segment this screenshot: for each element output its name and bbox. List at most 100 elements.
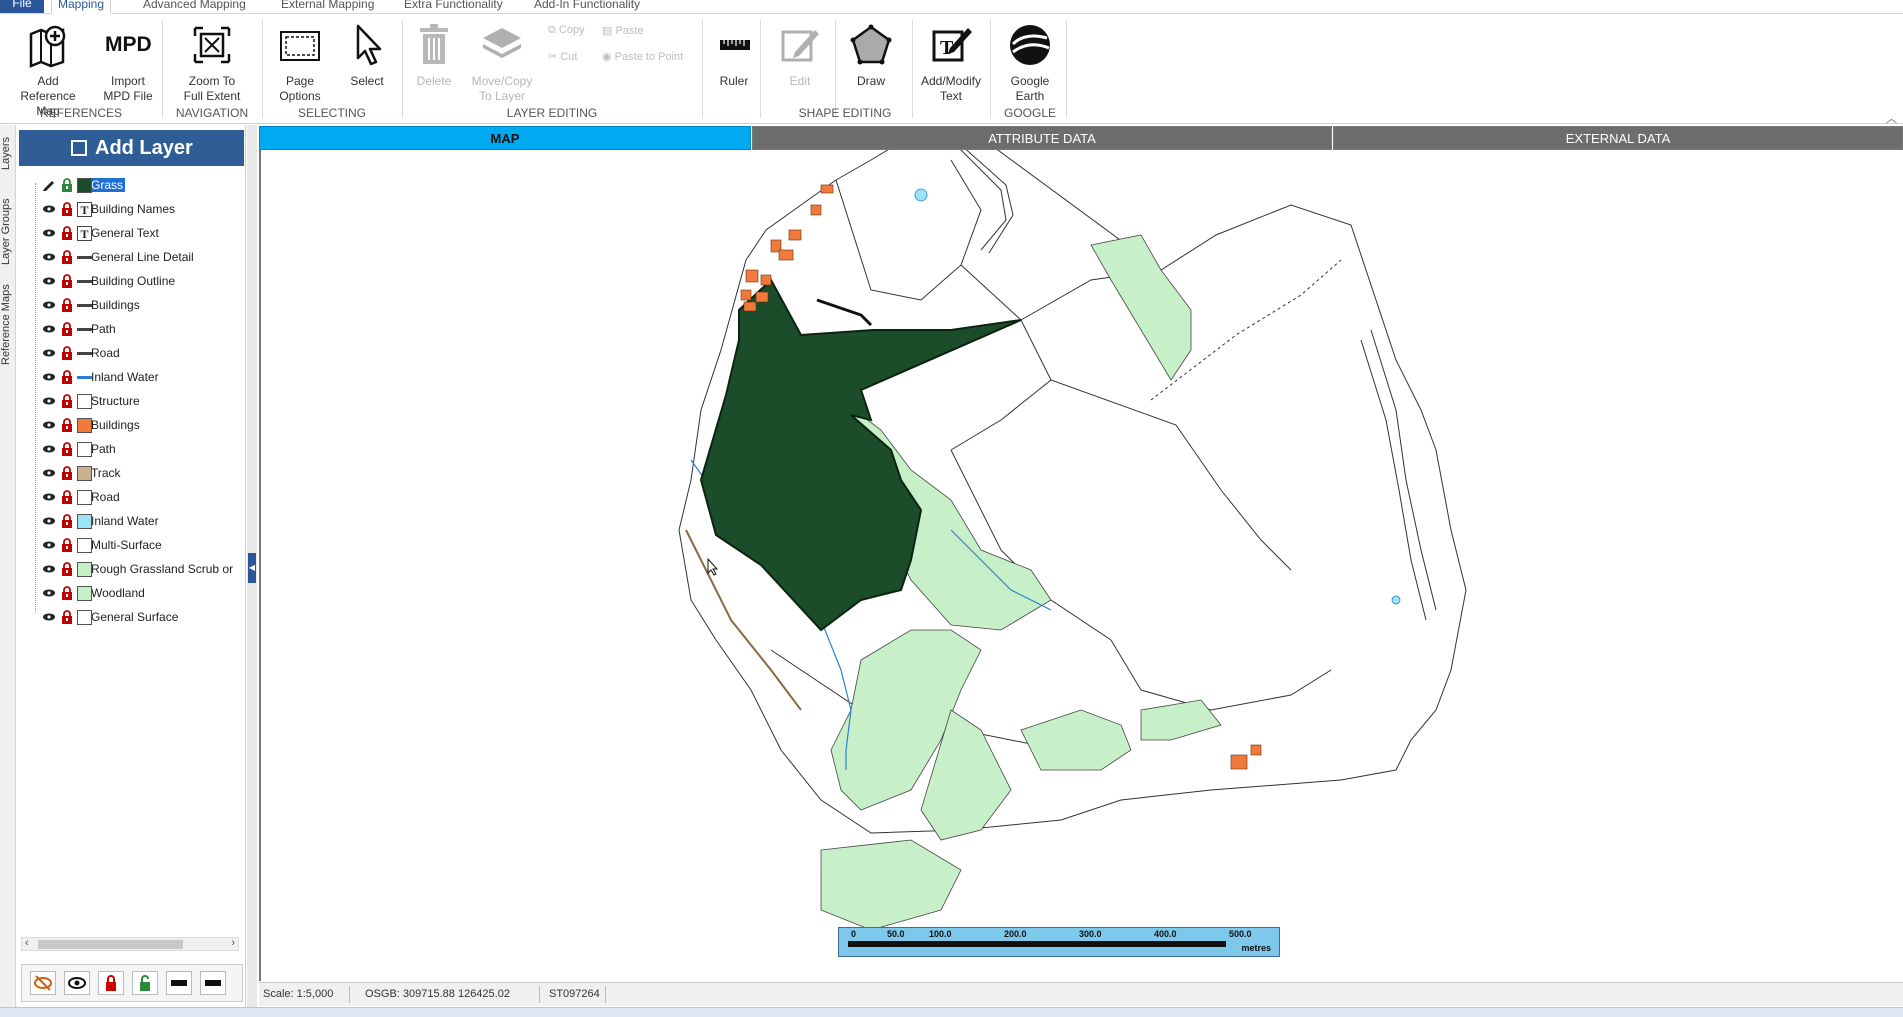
layer-row[interactable]: T Building Names (21, 197, 243, 221)
side-tab-layers[interactable]: Layers (0, 130, 16, 170)
layer-row[interactable]: Structure (21, 389, 243, 413)
collapse-panel-icon[interactable]: ◀ (248, 553, 256, 583)
layer-row[interactable]: Inland Water (21, 509, 243, 533)
tab-external-data[interactable]: EXTERNAL DATA (1333, 126, 1903, 150)
add-modify-text-button[interactable]: T Add/Modify Text (916, 22, 986, 104)
layer-row[interactable]: Buildings (21, 293, 243, 317)
layer-row[interactable]: Woodland (21, 581, 243, 605)
lock-icon[interactable] (61, 586, 73, 600)
eye-icon[interactable] (42, 371, 56, 383)
layer-row[interactable]: Track (21, 461, 243, 485)
move-copy-to-layer-button[interactable]: Move/Copy To Layer (466, 22, 538, 104)
lock-icon[interactable] (61, 442, 73, 456)
lock-icon[interactable] (61, 418, 73, 432)
layer-row[interactable]: Road (21, 485, 243, 509)
eye-icon[interactable] (42, 227, 56, 239)
lock-icon[interactable] (61, 226, 73, 240)
layer-row[interactable]: Inland Water (21, 365, 243, 389)
eye-icon[interactable] (42, 251, 56, 263)
lock-icon[interactable] (61, 394, 73, 408)
layer-row[interactable]: Road (21, 341, 243, 365)
unlock-icon[interactable] (61, 178, 73, 192)
tab-map[interactable]: MAP (259, 126, 751, 150)
lock-all-layers-button[interactable] (98, 971, 124, 995)
add-layer-button[interactable]: Add Layer (19, 130, 244, 166)
lock-icon[interactable] (61, 322, 73, 336)
eye-icon[interactable] (42, 419, 56, 431)
pencil-icon[interactable] (42, 179, 56, 191)
lock-icon[interactable] (61, 202, 73, 216)
eye-icon[interactable] (42, 275, 56, 287)
panel-splitter[interactable]: ◀ (247, 125, 257, 1007)
eye-icon[interactable] (42, 611, 56, 623)
eye-icon[interactable] (42, 299, 56, 311)
lock-icon[interactable] (61, 538, 73, 552)
paste-button[interactable]: ▤ Paste (602, 24, 644, 37)
collapse-ribbon-icon[interactable]: ︿ (1886, 110, 1897, 126)
eye-icon[interactable] (42, 587, 56, 599)
collapse-layers-button[interactable] (166, 971, 192, 995)
delete-button[interactable]: Delete (410, 22, 458, 89)
horizontal-scrollbar[interactable]: ‹ › (21, 937, 239, 951)
show-all-layers-button[interactable] (64, 971, 90, 995)
lock-icon[interactable] (61, 562, 73, 576)
eye-icon[interactable] (42, 323, 56, 335)
expand-layers-button[interactable] (200, 971, 226, 995)
lock-icon[interactable] (61, 514, 73, 528)
eye-icon[interactable] (42, 395, 56, 407)
edit-button[interactable]: Edit (776, 22, 824, 89)
layer-row[interactable]: General Surface (21, 605, 243, 629)
layer-row[interactable]: Building Outline (21, 269, 243, 293)
lock-icon[interactable] (61, 466, 73, 480)
eye-icon[interactable] (42, 467, 56, 479)
eye-icon[interactable] (42, 443, 56, 455)
zoom-full-extent-button[interactable]: Zoom To Full Extent (172, 22, 252, 104)
scroll-right-icon[interactable]: › (231, 937, 235, 949)
lock-icon[interactable] (61, 610, 73, 624)
select-button[interactable]: Select (338, 22, 396, 89)
paste-to-point-button[interactable]: ◉ Paste to Point (602, 50, 683, 63)
lock-icon[interactable] (61, 370, 73, 384)
lock-icon[interactable] (61, 274, 73, 288)
layer-row[interactable]: General Line Detail (21, 245, 243, 269)
tab-mapping[interactable]: Mapping (51, 0, 112, 14)
eye-icon[interactable] (42, 515, 56, 527)
add-reference-map-button[interactable]: Add Reference Map (8, 22, 88, 119)
ruler-button[interactable]: Ruler (712, 22, 756, 89)
scroll-left-icon[interactable]: ‹ (25, 937, 29, 949)
lock-icon[interactable] (61, 346, 73, 360)
tab-file[interactable]: File (0, 0, 44, 13)
layer-row[interactable]: Rough Grassland Scrub or (21, 557, 243, 581)
cut-button[interactable]: ✂ Cut (548, 50, 577, 63)
layer-row[interactable]: Buildings (21, 413, 243, 437)
lock-icon[interactable] (61, 250, 73, 264)
copy-button[interactable]: ⧉ Copy (548, 24, 585, 37)
eye-icon[interactable] (42, 539, 56, 551)
eye-icon[interactable] (42, 563, 56, 575)
eye-icon[interactable] (42, 203, 56, 215)
page-options-button[interactable]: Page Options (270, 22, 330, 104)
layer-row[interactable]: Grass (21, 173, 243, 197)
draw-button[interactable]: Draw (846, 22, 896, 89)
hide-all-layers-button[interactable] (30, 971, 56, 995)
layer-row[interactable]: Multi-Surface (21, 533, 243, 557)
tab-attribute-data[interactable]: ATTRIBUTE DATA (752, 126, 1332, 150)
layer-row[interactable]: Path (21, 317, 243, 341)
tab-extra-functionality[interactable]: Extra Functionality (398, 0, 509, 14)
eye-icon[interactable] (42, 347, 56, 359)
map-canvas[interactable]: 0 50.0 100.0 200.0 300.0 400.0 500.0 metres (259, 150, 1903, 981)
import-mpd-button[interactable]: MPD Import MPD File (98, 22, 158, 104)
eye-icon[interactable] (42, 491, 56, 503)
side-tab-layer-groups[interactable]: Layer Groups (0, 195, 16, 265)
lock-icon[interactable] (61, 298, 73, 312)
layer-row[interactable]: Path (21, 437, 243, 461)
lock-icon[interactable] (61, 490, 73, 504)
layer-row[interactable]: T General Text (21, 221, 243, 245)
scroll-thumb[interactable] (38, 940, 183, 949)
google-earth-button[interactable]: Google Earth (1000, 22, 1060, 104)
tab-addin-functionality[interactable]: Add-In Functionality (528, 0, 646, 14)
unlock-all-layers-button[interactable] (132, 971, 158, 995)
tab-advanced-mapping[interactable]: Advanced Mapping (137, 0, 252, 14)
tab-external-mapping[interactable]: External Mapping (275, 0, 380, 14)
side-tab-reference-maps[interactable]: Reference Maps (0, 275, 16, 365)
